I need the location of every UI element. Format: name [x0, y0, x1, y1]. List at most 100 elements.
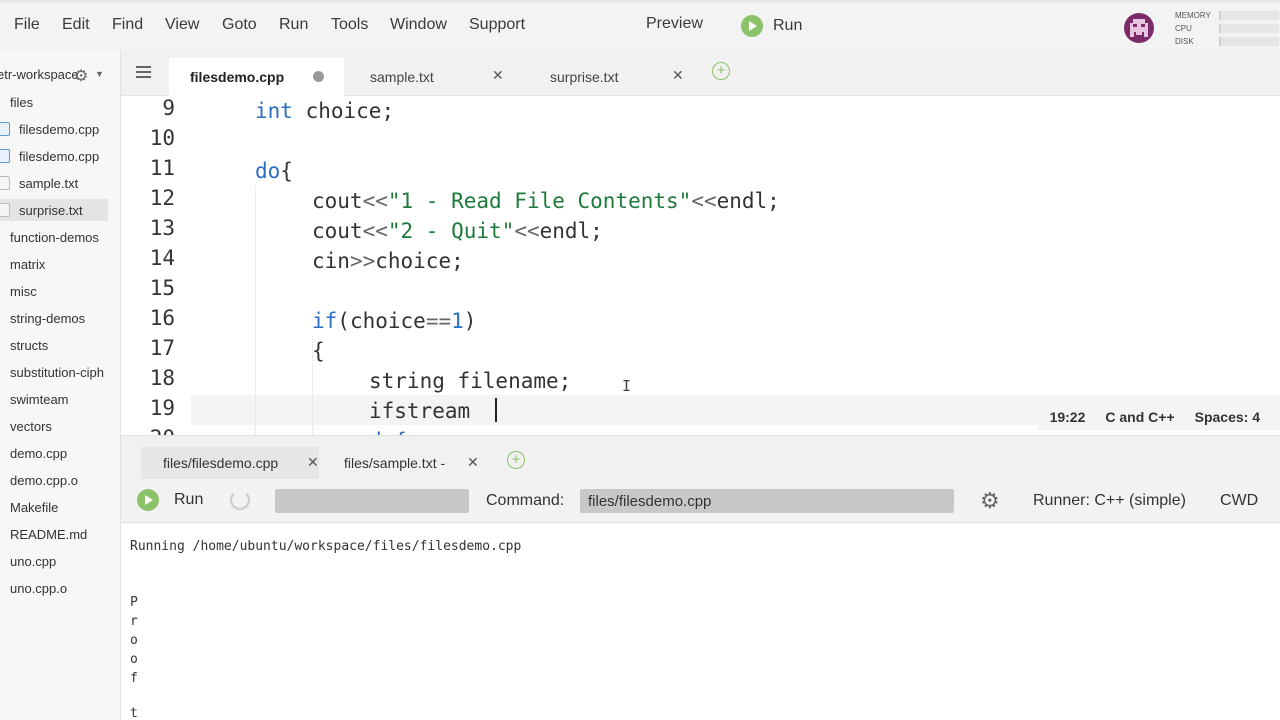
language-mode[interactable]: C and C++	[1105, 409, 1174, 425]
tab-filesdemo-cpp[interactable]: filesdemo.cpp	[169, 58, 344, 96]
code-line-12: cout<<"1 - Read File Contents"<<endl;	[312, 189, 780, 213]
txt-file-icon	[0, 203, 10, 217]
tab-label: files/sample.txt -	[344, 455, 446, 471]
tab-label: sample.txt	[370, 69, 434, 85]
run-button-top[interactable]: Run	[741, 14, 802, 38]
cursor-position[interactable]: 19:22	[1050, 409, 1086, 425]
tree-file-uno-cpp[interactable]: uno.cpp	[10, 550, 56, 572]
tree-item-label: misc	[10, 283, 37, 299]
close-icon[interactable]: ✕	[307, 454, 319, 471]
tree-folder-vectors[interactable]: vectors	[10, 415, 52, 437]
stat-bar	[1219, 24, 1279, 33]
menu-run[interactable]: Run	[279, 16, 308, 34]
tab-label: files/filesdemo.cpp	[163, 455, 279, 471]
gear-icon[interactable]: ⚙	[74, 66, 88, 86]
resource-stats: MEMORY CPU DISK	[1175, 9, 1279, 48]
tab-run-sample[interactable]: files/sample.txt - ✕	[321, 447, 491, 479]
close-icon[interactable]: ✕	[492, 67, 504, 84]
line-number: 13	[149, 216, 175, 240]
tree-folder-function-demos[interactable]: function-demos	[10, 226, 99, 248]
console-line: r	[130, 614, 138, 629]
runner-toolbar: Run Command: ⚙ Runner: C++ (simple) CWD	[121, 479, 1280, 523]
console-line: f	[130, 671, 138, 686]
tree-file-surprise-txt[interactable]: surprise.txt	[0, 199, 108, 221]
avatar[interactable]	[1124, 13, 1154, 43]
line-number: 15	[149, 276, 175, 300]
tree-file-sample-txt[interactable]: sample.txt	[0, 172, 110, 194]
cpu-stat: CPU	[1175, 22, 1279, 35]
tab-run-filesdemo[interactable]: files/filesdemo.cpp ✕	[141, 447, 319, 479]
menu-find[interactable]: Find	[112, 16, 143, 34]
menu-tools[interactable]: Tools	[331, 16, 368, 34]
add-tab-icon[interactable]: +	[712, 62, 730, 80]
tree-folder-string-demos[interactable]: string-demos	[10, 307, 85, 329]
tab-surprise-txt[interactable]: surprise.txt ✕	[529, 58, 699, 96]
console-line: t	[130, 706, 138, 720]
tree-file-filesdemo-cpp[interactable]: filesdemo.cpp	[0, 118, 110, 140]
menu-goto[interactable]: Goto	[222, 16, 257, 34]
line-number: 20	[150, 426, 175, 435]
chevron-down-icon[interactable]: ▼	[95, 69, 104, 79]
tree-file-uno-cpp-o[interactable]: uno.cpp.o	[10, 577, 67, 599]
menu-window[interactable]: Window	[390, 16, 447, 34]
console-tab-bar: files/filesdemo.cpp ✕ files/sample.txt -…	[121, 443, 1280, 479]
txt-file-icon	[0, 176, 10, 190]
tree-file-readme[interactable]: README.md	[10, 523, 87, 545]
add-tab-icon[interactable]: +	[507, 451, 525, 469]
preview-button[interactable]: Preview	[646, 15, 703, 33]
output-console[interactable]: Running /home/ubuntu/workspace/files/fil…	[121, 523, 1280, 720]
tab-label: filesdemo.cpp	[190, 69, 285, 85]
tree-item-label: function-demos	[10, 229, 99, 245]
code-line-16: if(choice==1)	[312, 309, 477, 333]
menu-edit[interactable]: Edit	[62, 16, 90, 34]
tab-sample-txt[interactable]: sample.txt ✕	[349, 58, 519, 96]
tree-file-filesdemo-cpp-2[interactable]: filesdemo.cpp	[0, 145, 110, 167]
cwd-button[interactable]: CWD	[1220, 492, 1258, 510]
tree-folder-swimteam[interactable]: swimteam	[10, 388, 69, 410]
tree-item-label: structs	[10, 337, 49, 353]
panel-divider[interactable]	[121, 435, 1280, 443]
line-number: 9	[162, 96, 175, 120]
tree-file-demo-cpp-o[interactable]: demo.cpp.o	[10, 469, 78, 491]
unsaved-dot-icon[interactable]	[313, 71, 324, 82]
menu-file[interactable]: File	[14, 16, 40, 34]
console-line: Running /home/ubuntu/workspace/files/fil…	[130, 539, 522, 554]
tree-folder-files[interactable]: files	[10, 91, 33, 113]
stat-label: CPU	[1175, 24, 1192, 33]
tab-menu-icon[interactable]	[136, 66, 151, 79]
stat-label: DISK	[1175, 37, 1194, 46]
console-line: o	[130, 652, 138, 667]
close-icon[interactable]: ✕	[467, 454, 479, 471]
tree-item-label: filesdemo.cpp	[19, 121, 100, 137]
tree-folder-misc[interactable]: misc	[10, 280, 37, 302]
command-input[interactable]	[580, 489, 954, 513]
line-number: 10	[149, 126, 175, 150]
code-line-11: do{	[255, 159, 293, 183]
tree-item-label: uno.cpp	[10, 553, 57, 569]
indent-setting[interactable]: Spaces: 4	[1195, 409, 1260, 425]
refresh-icon[interactable]	[230, 490, 250, 510]
line-number: 14	[149, 246, 175, 270]
run-button[interactable]: Run	[137, 489, 203, 511]
menu-view[interactable]: View	[165, 16, 199, 34]
tree-file-demo-cpp[interactable]: demo.cpp	[10, 442, 67, 464]
text-caret	[495, 398, 497, 422]
tree-folder-structs[interactable]: structs	[10, 334, 48, 356]
close-icon[interactable]: ✕	[672, 67, 684, 84]
run-label: Run	[174, 491, 204, 508]
menu-support[interactable]: Support	[469, 16, 525, 34]
tree-folder-substitution-cipher[interactable]: substitution-ciph	[10, 361, 104, 383]
file-tree: etr-workspace ⚙ ▼ files filesdemo.cpp fi…	[0, 50, 121, 720]
editor-statusbar: 19:22 C and C++ Spaces: 4	[1037, 404, 1280, 430]
gear-icon[interactable]: ⚙	[980, 488, 1000, 514]
tree-folder-matrix[interactable]: matrix	[10, 253, 45, 275]
code-line-20: do{	[369, 426, 407, 435]
code-line-19: ifstream	[369, 399, 483, 423]
tree-file-makefile[interactable]: Makefile	[10, 496, 58, 518]
runner-args-input[interactable]	[275, 489, 469, 513]
tree-item-label: swimteam	[10, 391, 69, 407]
code-editor[interactable]: 9 10 11 12 13 14 15 16 17 18 19 20 int c…	[121, 96, 1280, 435]
cpp-file-icon	[0, 149, 10, 163]
runner-selector[interactable]: Runner: C++ (simple)	[1033, 492, 1186, 510]
workspace-root[interactable]: etr-workspace	[0, 67, 79, 82]
